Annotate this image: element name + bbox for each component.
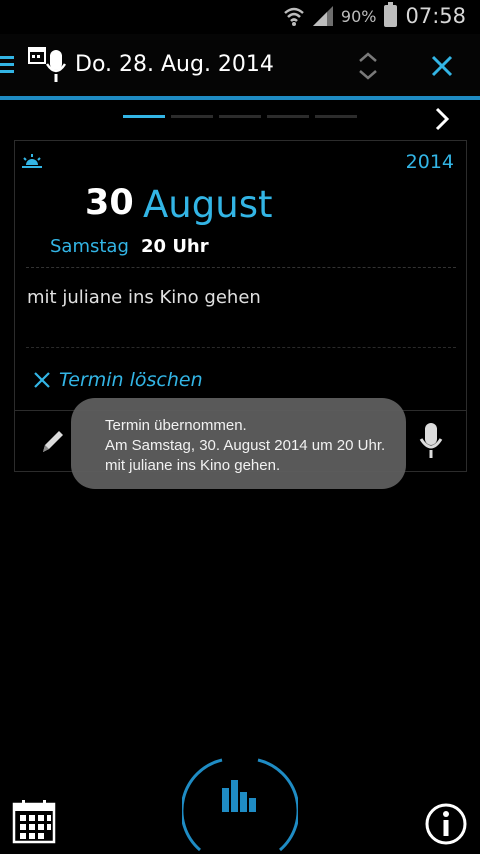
event-text[interactable]: mit juliane ins Kino gehen [27, 287, 261, 308]
toast-message: Termin übernommen. Am Samstag, 30. Augus… [71, 398, 406, 489]
page-indicator [123, 115, 357, 118]
calendar-mic-icon[interactable] [28, 46, 72, 86]
status-bar: 90% 07:58 [0, 0, 480, 34]
wifi-icon [284, 7, 304, 26]
menu-icon[interactable] [0, 56, 14, 74]
audio-level-icon [222, 780, 256, 812]
event-time: 20 Uhr [141, 236, 209, 257]
close-icon[interactable] [428, 52, 456, 80]
divider [26, 267, 456, 268]
up-down-icon[interactable] [355, 50, 381, 82]
voice-input-button[interactable] [182, 740, 298, 854]
pencil-icon[interactable] [37, 426, 67, 456]
signal-icon [312, 6, 333, 26]
sunrise-icon [22, 154, 42, 168]
divider [26, 347, 456, 348]
date-title[interactable]: Do. 28. Aug. 2014 [75, 52, 274, 77]
toast-line: Am Samstag, 30. August 2014 um 20 Uhr. [105, 437, 386, 454]
page-dot [315, 115, 357, 118]
event-day: 30 [85, 183, 134, 223]
delete-event-button[interactable]: Termin löschen [33, 369, 203, 391]
microphone-icon[interactable] [415, 421, 447, 461]
clock: 07:58 [405, 4, 466, 28]
status-indicators: 90% 07:58 [283, 2, 466, 28]
info-icon[interactable] [424, 802, 468, 846]
close-icon [34, 372, 50, 388]
action-bar: Do. 28. Aug. 2014 [0, 34, 480, 100]
event-weekday: Samstag [50, 236, 129, 257]
page-dot [267, 115, 309, 118]
calendar-grid-icon[interactable] [12, 800, 56, 844]
event-year: 2014 [405, 151, 454, 173]
toast-line: Termin übernommen. [105, 417, 247, 434]
battery-icon [384, 2, 398, 27]
toast-line: mit juliane ins Kino gehen. [105, 457, 281, 474]
page-dot [219, 115, 261, 118]
battery-percent: 90% [340, 6, 377, 26]
event-month: August [143, 183, 273, 226]
delete-event-label: Termin löschen [59, 369, 203, 391]
chevron-right-icon[interactable] [430, 105, 454, 133]
page-dot-active [123, 115, 165, 118]
page-dot [171, 115, 213, 118]
